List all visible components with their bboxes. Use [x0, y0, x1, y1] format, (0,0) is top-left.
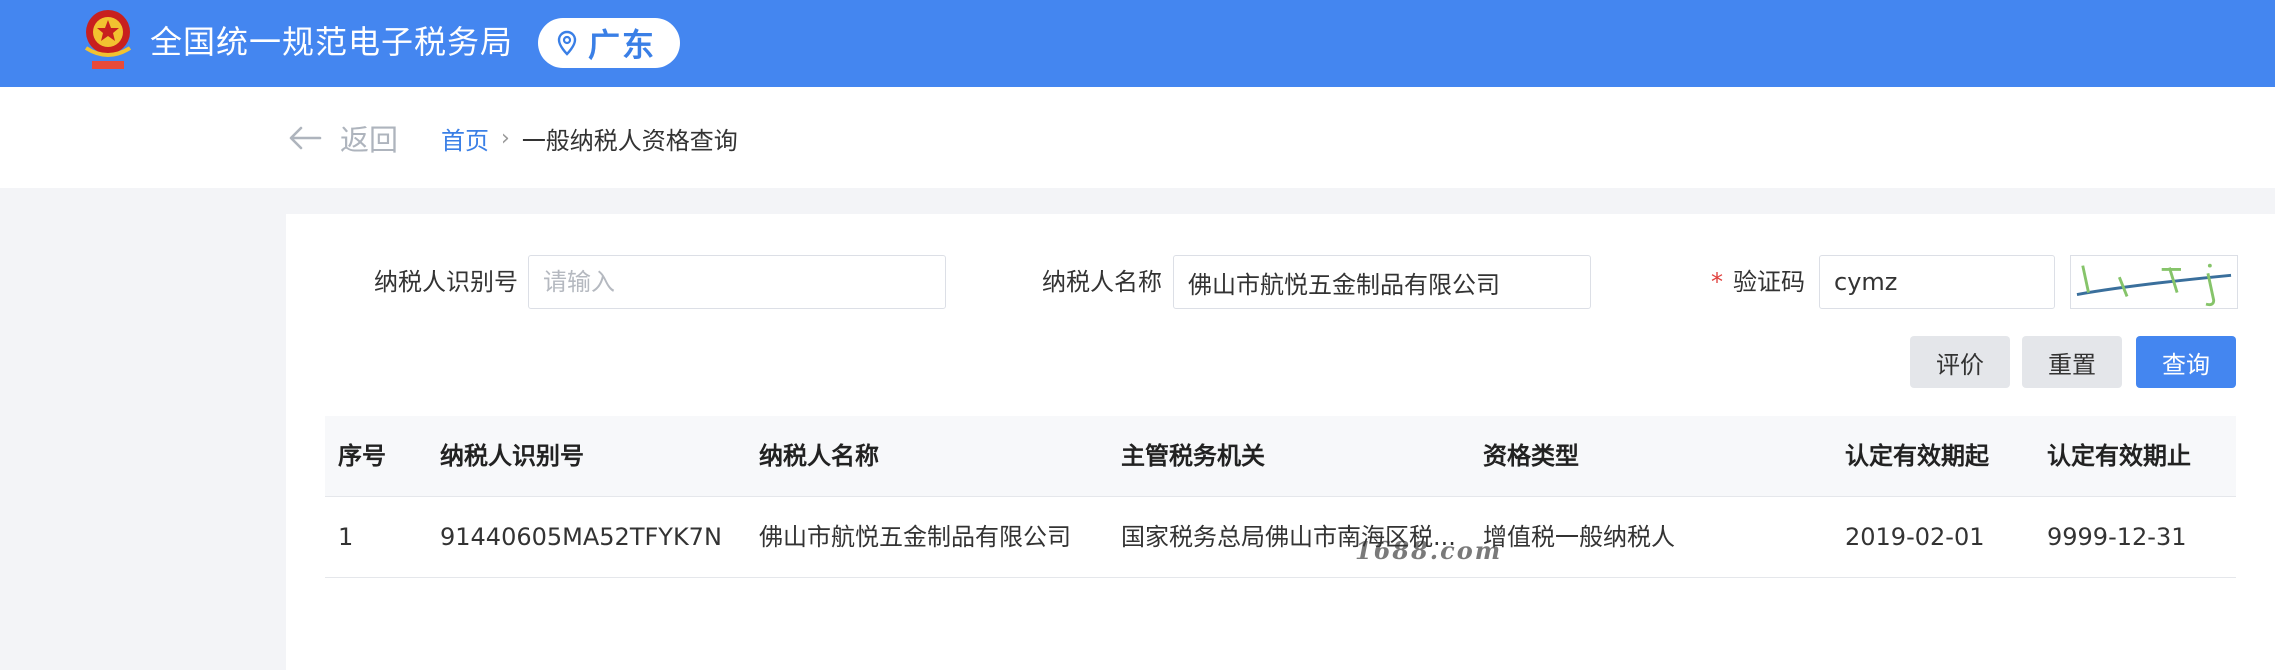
cell-qualification-type: 增值税一般纳税人 [1483, 523, 1675, 551]
result-table: 序号 纳税人识别号 纳税人名称 主管税务机关 资格类型 认定有效期起 认定有效期… [325, 416, 2236, 578]
reset-button[interactable]: 重置 [2022, 336, 2122, 388]
column-header-tax-authority: 主管税务机关 [1121, 442, 1265, 470]
column-header-qualification-type: 资格类型 [1483, 442, 1579, 470]
top-header: 全国统一规范电子税务局 广东 [0, 0, 2275, 87]
location-pin-icon [557, 30, 577, 56]
query-button[interactable]: 查询 [2136, 336, 2236, 388]
captcha-label-group: * 验证码 [1711, 255, 1805, 309]
breadcrumb: 首页 › 一般纳税人资格查询 [441, 121, 738, 156]
table-header: 序号 纳税人识别号 纳税人名称 主管税务机关 资格类型 认定有效期起 认定有效期… [325, 416, 2236, 497]
column-header-valid-to: 认定有效期止 [2047, 442, 2191, 470]
taxpayer-name-input[interactable] [1173, 255, 1591, 309]
query-panel: 纳税人识别号 纳税人名称 *验证码 1688.com 评价 重置 查询 序号 纳… [286, 214, 2275, 670]
back-label: 返回 [340, 123, 399, 157]
breadcrumb-separator: › [501, 126, 510, 151]
region-label: 广东 [588, 26, 657, 64]
arrow-left-icon [289, 126, 322, 150]
cell-taxpayer-name: 佛山市航悦五金制品有限公司 [759, 523, 1071, 551]
cell-valid-to: 9999-12-31 [2047, 523, 2187, 551]
cell-tax-authority: 国家税务总局佛山市南海区税... [1121, 523, 1456, 551]
taxpayer-name-label: 纳税人名称 [1042, 268, 1162, 296]
table-row: 1 91440605MA52TFYK7N 佛山市航悦五金制品有限公司 国家税务总… [325, 497, 2236, 578]
breadcrumb-home-link[interactable]: 首页 [441, 121, 489, 156]
captcha-label: 验证码 [1733, 268, 1805, 296]
taxpayer-id-label: 纳税人识别号 [374, 268, 518, 296]
cell-taxpayer-id: 91440605MA52TFYK7N [440, 523, 722, 551]
evaluate-button[interactable]: 评价 [1910, 336, 2010, 388]
cell-index: 1 [338, 523, 354, 551]
captcha-image[interactable] [2070, 255, 2238, 309]
region-selector[interactable]: 广东 [538, 18, 680, 68]
cell-valid-from: 2019-02-01 [1845, 523, 1985, 551]
national-emblem-icon [84, 10, 132, 69]
column-header-index: 序号 [338, 442, 386, 470]
column-header-valid-from: 认定有效期起 [1845, 442, 1989, 470]
back-button[interactable]: 返回 [288, 117, 398, 159]
column-header-taxpayer-id: 纳税人识别号 [440, 442, 584, 470]
app-title: 全国统一规范电子税务局 [150, 23, 514, 61]
taxpayer-id-input[interactable] [528, 255, 946, 309]
breadcrumb-current: 一般纳税人资格查询 [521, 127, 738, 155]
column-header-taxpayer-name: 纳税人名称 [759, 442, 879, 470]
breadcrumb-bar: 返回 首页 › 一般纳税人资格查询 [0, 87, 2275, 188]
captcha-input[interactable] [1819, 255, 2055, 309]
required-mark: * [1711, 268, 1723, 296]
